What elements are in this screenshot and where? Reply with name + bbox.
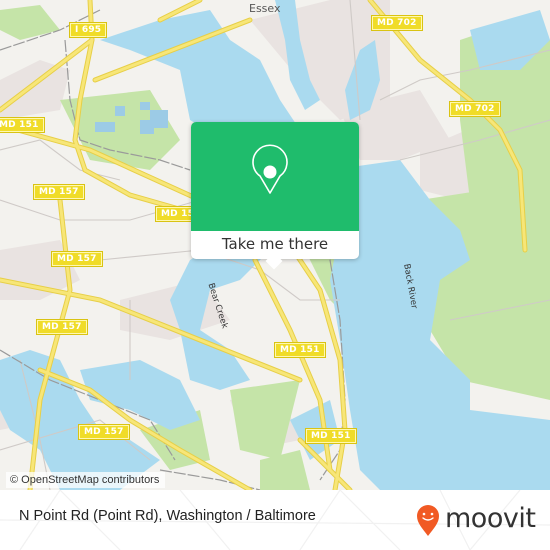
map-pin-icon <box>252 144 288 194</box>
map[interactable]: Essex Back River Bear Creek I 695 MD 702… <box>0 0 550 490</box>
road-shield-md702: MD 702 <box>372 16 422 30</box>
moovit-logo[interactable]: moovit <box>414 500 544 540</box>
place-label-essex: Essex <box>249 2 281 15</box>
road-shield-md157: MD 157 <box>34 185 84 199</box>
road-shield-i695: I 695 <box>70 23 107 37</box>
road-shield-md157: MD 157 <box>37 320 87 334</box>
moovit-pin-icon <box>417 505 439 536</box>
popup-header <box>191 122 359 231</box>
road-shield-md702: MD 702 <box>450 102 500 116</box>
road-shield-md157: MD 157 <box>52 252 102 266</box>
map-attribution[interactable]: © OpenStreetMap contributors <box>6 472 166 488</box>
road-shield-md151: MD 151 <box>306 429 356 443</box>
location-title: N Point Rd (Point Rd), Washington / Balt… <box>19 508 316 524</box>
road-shield-md151: MD 151 <box>0 118 44 132</box>
destination-popup: Take me there <box>191 122 359 270</box>
road-shield-md151: MD 151 <box>275 343 325 357</box>
take-me-there-button[interactable]: Take me there <box>191 231 359 259</box>
road-shield-md157: MD 157 <box>79 425 129 439</box>
moovit-wordmark: moovit <box>445 503 536 534</box>
